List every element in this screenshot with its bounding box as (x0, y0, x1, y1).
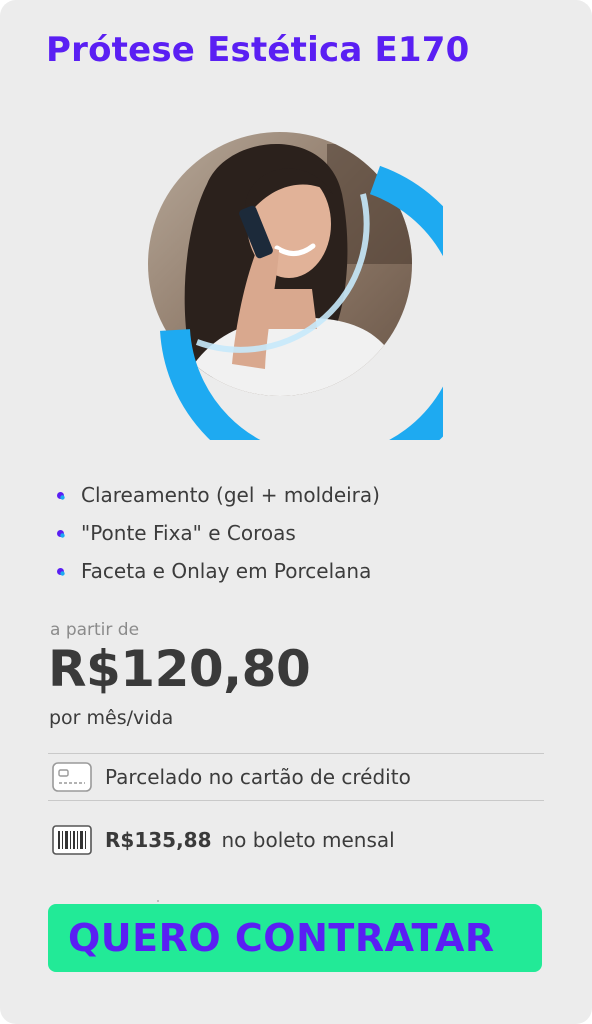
plan-card: Prótese Estética E170 Clareamento (gel +… (0, 0, 592, 1024)
boleto-label: no boleto mensal (221, 828, 395, 852)
bullet-icon (57, 492, 65, 500)
divider (48, 800, 544, 801)
boleto-option: R$135,88 no boleto mensal (52, 824, 395, 856)
plan-title: Prótese Estética E170 (46, 30, 470, 70)
bullet-icon (57, 568, 65, 576)
feature-label: Faceta e Onlay em Porcelana (81, 559, 372, 583)
boleto-price: R$135,88 (105, 828, 212, 852)
plan-photo (137, 124, 443, 440)
hire-button[interactable]: QUERO CONTRATAR (48, 904, 542, 972)
divider (157, 900, 159, 902)
credit-card-icon (52, 762, 92, 792)
credit-card-option: Parcelado no cartão de crédito (52, 761, 411, 793)
list-item: Clareamento (gel + moldeira) (54, 476, 380, 514)
price-period: por mês/vida (49, 707, 174, 729)
features-list: Clareamento (gel + moldeira) "Ponte Fixa… (54, 476, 380, 590)
divider (48, 753, 544, 754)
price-value: R$120,80 (48, 640, 311, 698)
person-on-phone-photo (148, 132, 443, 440)
list-item: "Ponte Fixa" e Coroas (54, 514, 380, 552)
bullet-icon (57, 530, 65, 538)
credit-card-label: Parcelado no cartão de crédito (105, 765, 411, 789)
feature-label: Clareamento (gel + moldeira) (81, 483, 380, 507)
barcode-icon (52, 825, 92, 855)
price-from-label: a partir de (50, 620, 140, 640)
feature-label: "Ponte Fixa" e Coroas (81, 521, 296, 545)
list-item: Faceta e Onlay em Porcelana (54, 552, 380, 590)
